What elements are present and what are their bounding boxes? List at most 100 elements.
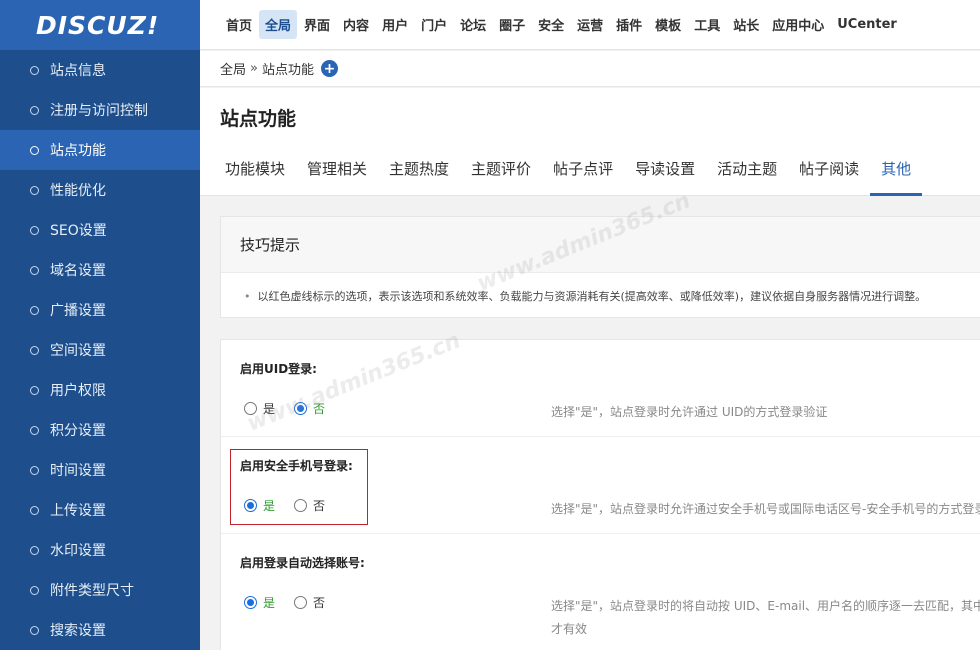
sidebar-item-label: 广播设置 xyxy=(50,303,106,319)
tips-text: 以红色虚线标示的选项，表示该选项和系统效率、负载能力与资源消耗有关(提高效率、或… xyxy=(257,290,927,303)
sidebar-item[interactable]: 域名设置 xyxy=(0,250,200,290)
sidebar-item[interactable]: 注册与访问控制 xyxy=(0,90,200,130)
radio-no[interactable] xyxy=(294,499,308,512)
sidebar-item-label: 搜索设置 xyxy=(50,623,106,639)
sidebar-menu: 站点信息 注册与访问控制站点功能性能优化 SEO设置域名设置广播设置空间设置用户权限… xyxy=(0,50,200,650)
circle-icon xyxy=(30,225,39,235)
logo[interactable]: DISCUZ! xyxy=(0,0,200,50)
circle-icon xyxy=(30,345,39,355)
circle-icon xyxy=(30,385,39,395)
top-nav-item[interactable]: 门户 xyxy=(415,10,453,39)
top-nav-item[interactable]: 站长 xyxy=(727,10,765,39)
bullet-icon: • xyxy=(244,290,251,303)
setting-label: 启用UID登录: xyxy=(240,362,317,376)
top-nav-item[interactable]: UCenter xyxy=(831,12,903,37)
top-nav-item[interactable]: 运营 xyxy=(571,10,609,39)
tab[interactable]: 帖子阅读 xyxy=(788,150,870,196)
radio-yes[interactable] xyxy=(244,402,257,415)
sidebar-item-label: 用户权限 xyxy=(50,383,106,399)
circle-icon xyxy=(30,465,39,475)
setting-label: 启用安全手机号登录: xyxy=(240,459,353,473)
top-nav-item[interactable]: 论坛 xyxy=(454,10,492,39)
circle-icon xyxy=(30,425,39,435)
top-nav-item[interactable]: 应用中心 xyxy=(766,10,830,39)
top-nav-item[interactable]: 安全 xyxy=(532,10,570,39)
sidebar-item-label: 域名设置 xyxy=(50,263,106,279)
setting-description: 选择"是"，站点登录时允许通过 UID的方式登录验证 xyxy=(551,403,980,420)
radio-label[interactable]: 否 xyxy=(313,594,325,611)
breadcrumb-root[interactable]: 全局 xyxy=(220,59,246,78)
radio-label[interactable]: 是 xyxy=(263,594,275,611)
sidebar-item-label: 附件类型尺寸 xyxy=(50,583,134,599)
tab[interactable]: 导读设置 xyxy=(624,150,706,196)
breadcrumb-current: 站点功能 xyxy=(261,63,314,78)
tips-text-row: • 以红色虚线标示的选项，表示该选项和系统效率、负载能力与资源消耗有关(提高效率、… xyxy=(221,273,980,304)
sidebar-item-label: 积分设置 xyxy=(50,423,106,439)
setting-description-text: 选择"是"，站点登录时的将自动按 UID、E-mail、用户名的顺序逐一去匹配，… xyxy=(551,599,980,613)
settings-panel: 启用UID登录: 是否选择"是"，站点登录时允许通过 UID的方式登录验证 启用安全… xyxy=(220,339,980,650)
circle-icon xyxy=(30,65,39,75)
radio-yes[interactable] xyxy=(244,499,257,512)
circle-icon xyxy=(30,265,39,275)
circle-icon xyxy=(30,145,39,155)
sidebar-item[interactable]: 空间设置 xyxy=(0,330,200,370)
sidebar-item-label: 时间设置 xyxy=(50,463,106,479)
radio-yes[interactable] xyxy=(244,596,257,609)
radio-no[interactable] xyxy=(294,596,308,609)
sidebar-item[interactable]: 水印设置 xyxy=(0,530,200,570)
sidebar-item[interactable]: SEO设置 xyxy=(0,210,200,250)
top-nav-item[interactable]: 用户 xyxy=(376,10,414,39)
top-nav-item[interactable]: 首页 xyxy=(220,10,258,39)
sidebar-item[interactable]: 时间设置 xyxy=(0,450,200,490)
sidebar-item[interactable]: 附件类型尺寸 xyxy=(0,570,200,610)
tab[interactable]: 其他 xyxy=(870,150,923,196)
circle-icon xyxy=(30,185,39,195)
tab[interactable]: 管理相关 xyxy=(296,150,378,196)
top-nav-item[interactable]: 全局 xyxy=(259,10,298,39)
top-nav-item[interactable]: 模板 xyxy=(649,10,687,39)
sidebar-item[interactable]: 站点功能 xyxy=(0,130,200,170)
circle-icon xyxy=(30,585,39,595)
tab[interactable]: 主题评价 xyxy=(460,150,542,196)
sidebar-item[interactable]: 广播设置 xyxy=(0,290,200,330)
tips-panel: 技巧提示 • 以红色虚线标示的选项，表示该选项和系统效率、负载能力与资源消耗有关(… xyxy=(220,216,980,318)
radio-group: 是否 xyxy=(244,594,344,611)
logo-text: DISCUZ! xyxy=(36,10,160,40)
sidebar: DISCUZ! 站点信息 注册与访问控制站点功能性能优化 SEO设置域名设置广播设置… xyxy=(0,0,200,650)
sidebar-item-label: 上传设置 xyxy=(50,503,106,519)
tab[interactable]: 活动主题 xyxy=(706,150,788,196)
circle-icon xyxy=(30,305,39,315)
top-nav-item[interactable]: 内容 xyxy=(337,10,375,39)
top-nav-item[interactable]: 插件 xyxy=(610,10,648,39)
radio-label[interactable]: 否 xyxy=(313,400,325,417)
tab-bar: 功能模块 管理相关 主题热度 主题评价 帖子点评 导读设置 活动主题 帖子阅读 其他 xyxy=(214,150,923,196)
page-title: 站点功能 xyxy=(220,108,297,130)
top-nav-item[interactable]: 界面 xyxy=(298,10,336,39)
sidebar-item[interactable]: 积分设置 xyxy=(0,410,200,450)
tips-title: 技巧提示 xyxy=(221,217,980,273)
sidebar-item[interactable]: 用户权限 xyxy=(0,370,200,410)
sidebar-item[interactable]: 上传设置 xyxy=(0,490,200,530)
radio-label[interactable]: 是 xyxy=(263,497,275,514)
setting-label: 启用登录自动选择账号: xyxy=(240,556,365,570)
setting-description: 选择"是"，站点登录时的将自动按 UID、E-mail、用户名的顺序逐一去匹配，… xyxy=(551,597,980,637)
tab[interactable]: 功能模块 xyxy=(214,150,296,196)
sidebar-item[interactable]: 性能优化 xyxy=(0,170,200,210)
setting-description-text: 选择"是"，站点登录时允许通过 UID的方式登录验证 xyxy=(551,405,828,419)
circle-icon xyxy=(30,505,39,515)
add-shortcut-icon[interactable]: + xyxy=(321,60,338,77)
tab[interactable]: 帖子点评 xyxy=(542,150,624,196)
top-nav: 首页 全局 界面 内容 用户 门户 论坛 圈子 安全 运营 插件 模板 工具 站长 应用中心 UCenter xyxy=(200,0,980,50)
setting-description-text: 选择"是"，站点登录时允许通过安全手机号或国际电话区号-安全手机号的方式登录验证 xyxy=(551,502,980,516)
sidebar-item[interactable]: 搜索设置 xyxy=(0,610,200,650)
top-nav-item[interactable]: 工具 xyxy=(688,10,726,39)
radio-group: 是否 xyxy=(244,497,344,514)
breadcrumb: 全局 » 站点功能 + xyxy=(200,51,980,87)
top-nav-item[interactable]: 圈子 xyxy=(493,10,531,39)
radio-label[interactable]: 否 xyxy=(313,497,325,514)
tab[interactable]: 主题热度 xyxy=(378,150,460,196)
radio-no[interactable] xyxy=(294,402,308,415)
sidebar-item[interactable]: 站点信息 xyxy=(0,50,200,90)
sidebar-item-label: 站点功能 xyxy=(50,143,106,159)
radio-label[interactable]: 是 xyxy=(263,400,275,417)
